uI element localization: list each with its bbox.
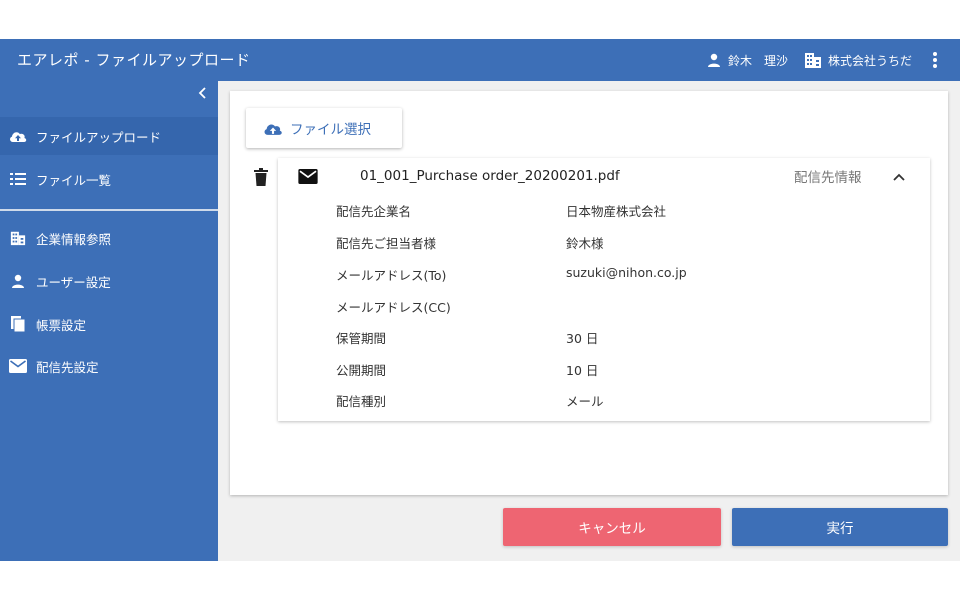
trash-icon[interactable] (254, 168, 268, 190)
sidebar-item-label: ユーザー設定 (36, 274, 111, 290)
file-select-label: ファイル選択 (290, 122, 371, 138)
app-window: エアレポ - ファイルアップロード 鈴木 理沙 株式会社うちだ ファイルアップロ… (0, 39, 960, 561)
sidebar-item-company-info[interactable]: 企業情報参照 (0, 219, 218, 257)
detail-value: 鈴木様 (566, 236, 604, 251)
detail-value: 10 日 (566, 363, 599, 378)
documents-icon (8, 314, 28, 334)
detail-label: メールアドレス(To) (336, 268, 447, 283)
file-detail-card: 01_001_Purchase order_20200201.pdf 配信先情報… (278, 158, 930, 421)
chevron-left-icon[interactable] (198, 87, 208, 103)
detail-label: 公開期間 (336, 363, 387, 378)
person-icon (706, 52, 722, 68)
building-icon (804, 51, 822, 69)
detail-label: 配信先企業名 (336, 204, 412, 219)
sidebar-item-form-settings[interactable]: 帳票設定 (0, 305, 218, 343)
detail-label: メールアドレス(CC) (336, 300, 451, 315)
sidebar-item-file-upload[interactable]: ファイルアップロード (0, 117, 218, 155)
mail-icon (298, 169, 318, 188)
sidebar-item-label: 配信先設定 (36, 359, 99, 375)
cloud-upload-icon (262, 120, 284, 137)
upload-panel: ファイル選択 01_001_Purchase order_20200201.pd… (230, 91, 948, 495)
app-header: エアレポ - ファイルアップロード 鈴木 理沙 株式会社うちだ (0, 39, 960, 81)
detail-label: 配信先ご担当者様 (336, 236, 437, 251)
detail-label: 保管期間 (336, 331, 387, 346)
sidebar-item-label: ファイルアップロード (36, 129, 162, 145)
sidebar: ファイルアップロード ファイル一覧 企業情報参照 ユーザー設定 帳票設定 配信先… (0, 81, 218, 561)
destination-info-label: 配信先情報 (794, 170, 862, 186)
sidebar-item-label: ファイル一覧 (36, 172, 112, 188)
building-icon (8, 228, 28, 248)
detail-label: 配信種別 (336, 394, 387, 409)
header-account-area: 鈴木 理沙 株式会社うちだ (706, 39, 938, 81)
sidebar-item-user-settings[interactable]: ユーザー設定 (0, 262, 218, 300)
file-name: 01_001_Purchase order_20200201.pdf (360, 168, 620, 184)
detail-value: 30 日 (566, 331, 599, 346)
sidebar-item-file-list[interactable]: ファイル一覧 (0, 160, 218, 198)
person-icon (8, 271, 28, 291)
file-select-button[interactable]: ファイル選択 (246, 108, 402, 148)
user-name: 鈴木 理沙 (727, 53, 788, 68)
chevron-up-icon[interactable] (892, 167, 906, 186)
sidebar-item-label: 企業情報参照 (36, 231, 112, 247)
detail-value: 日本物産株式会社 (566, 204, 667, 219)
sidebar-item-label: 帳票設定 (36, 317, 87, 333)
company-name: 株式会社うちだ (827, 53, 912, 68)
list-icon (8, 169, 28, 189)
page-title: エアレポ - ファイルアップロード (17, 51, 251, 69)
kebab-menu-icon[interactable] (932, 51, 938, 69)
cloud-upload-icon (8, 126, 28, 146)
detail-value: suzuki@nihon.co.jp (566, 265, 687, 280)
cancel-button[interactable]: キャンセル (503, 508, 721, 546)
sidebar-divider (0, 209, 218, 211)
sidebar-item-destination-settings[interactable]: 配信先設定 (0, 347, 218, 385)
run-button[interactable]: 実行 (732, 508, 948, 546)
mail-icon (8, 356, 28, 376)
detail-value: メール (566, 394, 604, 409)
